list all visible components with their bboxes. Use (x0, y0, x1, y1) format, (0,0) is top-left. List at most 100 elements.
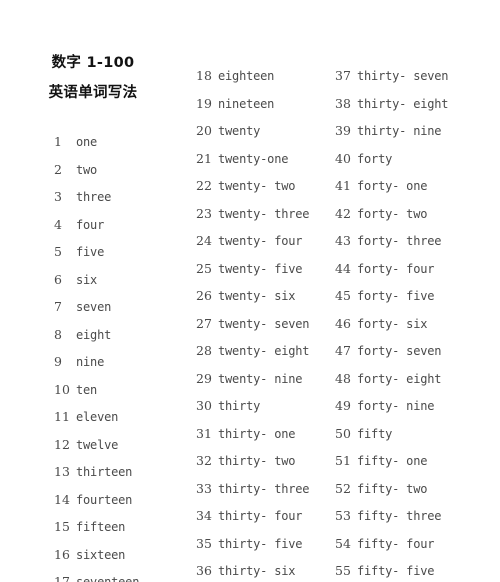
entry-number: 19 (196, 95, 212, 111)
entry-word: forty- two (357, 206, 428, 221)
number-word-entry: 25 twenty- five (196, 260, 303, 276)
number-word-entry: 47 forty- seven (335, 343, 442, 358)
number-word-entry: 28 twenty- eight (196, 343, 310, 358)
entry-word: fifty- four (357, 536, 435, 551)
entry-word: fifteen (76, 520, 126, 534)
entry-word: fifty (357, 426, 393, 441)
entry-word: forty- eight (357, 371, 442, 386)
entry-number: 17 (54, 574, 70, 582)
number-word-entry: 52 fifty- two (335, 482, 427, 496)
number-word-entry: 54 fifty- four (335, 536, 435, 551)
entry-word: thirty- one (218, 426, 296, 441)
entry-word: one (76, 135, 98, 149)
entry-number: 15 (54, 519, 70, 534)
entry-number: 40 (335, 150, 351, 166)
number-word-entry: 10 ten (54, 382, 98, 397)
entry-number: 46 (335, 315, 351, 331)
number-word-entry: 41 forty- one (335, 179, 428, 193)
entry-word: thirty- nine (357, 124, 442, 138)
entry-word: thirty- eight (357, 96, 449, 111)
entry-number: 22 (196, 178, 212, 193)
number-word-entry: 36 thirty- six (196, 563, 296, 578)
entry-word: thirty- two (218, 454, 296, 468)
entry-word: thirteen (76, 465, 133, 479)
entry-number: 32 (196, 453, 212, 468)
number-word-entry: 15 fifteen (54, 519, 126, 534)
entry-number: 25 (196, 260, 212, 276)
entry-word: forty- six (357, 316, 428, 331)
entry-word: twenty- eight (218, 344, 310, 358)
number-word-entry: 5 five (54, 245, 104, 259)
entry-word: twenty- four (218, 234, 303, 248)
number-word-entry: 7 seven (54, 299, 112, 314)
number-word-entry: 14 fourteen (54, 491, 132, 507)
number-word-entry: 42 forty- two (335, 206, 428, 221)
number-word-entry: 3 three (54, 190, 112, 204)
number-word-entry: 4 four (54, 218, 104, 232)
entry-word: nineteen (218, 96, 275, 111)
entry-number: 20 (196, 123, 212, 138)
number-word-entry: 50 fifty (335, 425, 393, 441)
entry-word: ten (76, 382, 98, 397)
number-word-entry: 22 twenty- two (196, 178, 296, 193)
number-word-entry: 17 seventeen (54, 574, 140, 582)
entry-word: thirty- four (218, 509, 303, 523)
entry-word: three (76, 190, 112, 204)
entry-number: 51 (335, 453, 351, 468)
number-word-entry: 23 twenty- three (196, 207, 310, 221)
entry-number: 36 (196, 563, 212, 578)
entry-number: 47 (335, 343, 351, 358)
entry-word: forty- nine (357, 399, 435, 413)
entry-word: thirty- seven (357, 69, 449, 83)
entry-number: 8 (54, 326, 62, 342)
entry-word: twenty- two (218, 179, 296, 193)
entry-word: forty- one (357, 179, 428, 193)
entry-number: 31 (196, 425, 212, 441)
entry-number: 50 (335, 425, 351, 441)
entry-word: twenty-one (218, 151, 289, 166)
entry-number: 18 (196, 68, 212, 83)
number-word-entry: 39 thirty- nine (335, 124, 442, 138)
number-word-entry: 35 thirty- five (196, 537, 302, 551)
entry-word: forty (357, 151, 393, 166)
number-word-entry: 19 nineteen (196, 95, 275, 111)
number-word-entry: 21 twenty-one (196, 151, 289, 166)
number-word-entry: 31 thirty- one (196, 425, 296, 441)
entry-word: seventeen (76, 575, 140, 582)
entry-number: 33 (196, 480, 212, 496)
entry-word: eight (76, 327, 112, 342)
number-word-entry: 32 thirty- two (196, 453, 296, 468)
entry-word: seven (76, 300, 112, 314)
entry-number: 24 (196, 233, 212, 248)
entry-word: two (76, 162, 98, 177)
entry-word: thirty- six (218, 564, 296, 578)
number-word-entry: 8 eight (54, 326, 112, 342)
number-word-entry: 44 forty- four (335, 262, 434, 276)
number-word-entry: 27 twenty- seven (196, 317, 310, 331)
entry-number: 7 (54, 299, 62, 314)
entry-word: twenty- six (218, 289, 296, 303)
entry-number: 6 (54, 271, 62, 287)
entry-number: 13 (54, 464, 70, 479)
entry-word: forty- seven (357, 344, 442, 358)
entry-number: 28 (196, 343, 212, 358)
number-word-entry: 48 forty- eight (335, 371, 442, 386)
entry-number: 53 (335, 508, 351, 523)
number-word-entry: 29 twenty- nine (196, 372, 302, 386)
number-word-entry: 49 forty- nine (335, 399, 435, 413)
entry-number: 14 (54, 491, 70, 507)
number-word-entry: 13 thirteen (54, 464, 133, 479)
number-word-entry: 55 fifty- five (335, 563, 434, 578)
entry-word: twenty- five (218, 261, 303, 276)
entry-word: forty- five (357, 289, 435, 303)
document-page: 数字 1-100 英语单词写法 1 one 2 two 3 three 4 four 5 five… (0, 0, 500, 582)
entry-number: 11 (54, 409, 70, 424)
entry-number: 16 (54, 546, 70, 562)
number-word-entry: 9 nine (54, 355, 104, 369)
number-word-entry: 11 eleven (54, 409, 118, 424)
number-word-columns: 1 one 2 two 3 three 4 four 5 five 6 six 7 seven 8 eight… (0, 0, 500, 582)
entry-number: 55 (335, 563, 351, 578)
number-word-entry: 1 one (54, 135, 98, 149)
number-word-entry: 34 thirty- four (196, 509, 303, 523)
number-word-entry: 37 thirty- seven (335, 69, 449, 83)
